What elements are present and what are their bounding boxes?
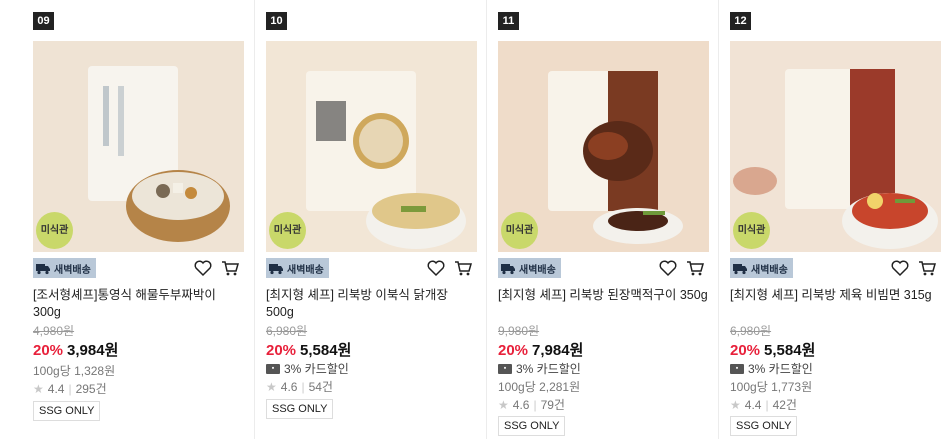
ssg-only-tag: SSG ONLY	[730, 416, 798, 436]
delivery-label: 새벽배송	[519, 264, 556, 276]
rating: ★ 4.4 | 295건	[33, 380, 107, 397]
rating: ★ 4.6 | 79건	[498, 396, 565, 413]
review-count: 42건	[772, 398, 797, 412]
discount-percent: 20%	[266, 342, 297, 359]
credit-card-icon: ▪	[730, 363, 744, 374]
unit-price: 100g당 1,328원	[33, 364, 116, 378]
sale-price: 3,984원	[67, 342, 119, 359]
divider: |	[301, 379, 305, 394]
price-row: 20% 5,584원	[266, 339, 351, 360]
card-discount-label: 3% 카드할인	[748, 362, 813, 376]
review-count: 54건	[308, 380, 333, 394]
product-card[interactable]: 12 미식관 새벽배송 [최지형 셰프] 리북방 제육 비빔면 315g 6,9…	[718, 0, 951, 439]
truck-icon	[36, 264, 50, 275]
discount-percent: 20%	[33, 342, 64, 359]
delivery-label: 새벽배송	[751, 264, 788, 276]
divider: |	[765, 397, 769, 412]
product-card[interactable]: 10 미식관 새벽배송 [최지형 셰프] 리북방 이북식 닭개장 500g 6,…	[254, 0, 487, 439]
dawn-delivery-badge: 새벽배송	[498, 258, 561, 278]
price-row: 20% 3,984원	[33, 339, 118, 360]
original-price: 6,980원	[266, 324, 308, 338]
misik-badge: 미식관	[501, 212, 538, 249]
credit-card-icon: ▪	[266, 363, 280, 374]
star-icon: ★	[266, 379, 277, 394]
cart-icon[interactable]	[685, 258, 705, 278]
original-price: 9,980원	[498, 324, 540, 338]
star-icon: ★	[498, 397, 509, 412]
dawn-delivery-badge: 새벽배송	[266, 258, 329, 278]
product-card[interactable]: 09 미식관 새벽배송 [조서형셰프]통영식 해물두부짜박이 300g 4,98…	[22, 0, 255, 439]
divider: |	[68, 381, 72, 396]
misik-badge: 미식관	[36, 212, 73, 249]
discount-percent: 20%	[498, 342, 529, 359]
original-price: 4,980원	[33, 324, 75, 338]
product-image[interactable]: 미식관	[498, 41, 709, 252]
ssg-only-tag: SSG ONLY	[33, 401, 101, 421]
heart-icon[interactable]	[658, 258, 678, 278]
product-grid: 09 미식관 새벽배송 [조서형셰프]통영식 해물두부짜박이 300g 4,98…	[0, 0, 952, 439]
product-title[interactable]: [최지형 셰프] 리북방 된장맥적구이 350g	[498, 287, 709, 304]
card-discount-label: 3% 카드할인	[516, 362, 581, 376]
ssg-only-tag: SSG ONLY	[498, 416, 566, 436]
price-row: 20% 7,984원	[498, 339, 583, 360]
price-row: 20% 5,584원	[730, 339, 815, 360]
product-card[interactable]: 11 미식관 새벽배송 [최지형 셰프] 리북방 된장맥적구이 350g 9,9…	[486, 0, 719, 439]
rank-badge: 10	[266, 12, 287, 30]
heart-icon[interactable]	[193, 258, 213, 278]
product-title[interactable]: [최지형 셰프] 리북방 제육 비빔면 315g	[730, 287, 941, 304]
heart-icon[interactable]	[426, 258, 446, 278]
card-discount: ▪ 3% 카드할인	[498, 360, 581, 377]
rating-value: 4.4	[744, 397, 762, 412]
rating-value: 4.4	[47, 381, 65, 396]
sale-price: 7,984원	[532, 342, 584, 359]
unit-price: 100g당 1,773원	[730, 380, 813, 394]
sale-price: 5,584원	[764, 342, 816, 359]
credit-card-icon: ▪	[498, 363, 512, 374]
unit-price: 100g당 2,281원	[498, 380, 581, 394]
heart-icon[interactable]	[890, 258, 910, 278]
rating: ★ 4.4 | 42건	[730, 396, 797, 413]
discount-percent: 20%	[730, 342, 761, 359]
cart-icon[interactable]	[917, 258, 937, 278]
rank-badge: 12	[730, 12, 751, 30]
star-icon: ★	[33, 381, 44, 396]
truck-icon	[501, 264, 515, 275]
divider: |	[533, 397, 537, 412]
card-discount: ▪ 3% 카드할인	[730, 360, 813, 377]
sale-price: 5,584원	[300, 342, 352, 359]
truck-icon	[733, 264, 747, 275]
dawn-delivery-badge: 새벽배송	[730, 258, 793, 278]
card-discount: ▪ 3% 카드할인	[266, 360, 349, 377]
misik-badge: 미식관	[269, 212, 306, 249]
product-image[interactable]: 미식관	[33, 41, 244, 252]
delivery-label: 새벽배송	[54, 264, 91, 276]
truck-icon	[269, 264, 283, 275]
delivery-label: 새벽배송	[287, 264, 324, 276]
product-title[interactable]: [최지형 셰프] 리북방 이북식 닭개장 500g	[266, 287, 477, 321]
original-price: 6,980원	[730, 324, 772, 338]
rating-value: 4.6	[280, 379, 298, 394]
rank-badge: 09	[33, 12, 54, 30]
misik-badge: 미식관	[733, 212, 770, 249]
cart-icon[interactable]	[220, 258, 240, 278]
ssg-only-tag: SSG ONLY	[266, 399, 334, 419]
product-title[interactable]: [조서형셰프]통영식 해물두부짜박이 300g	[33, 287, 244, 321]
rating: ★ 4.6 | 54건	[266, 378, 333, 395]
review-count: 295건	[75, 382, 107, 396]
cart-icon[interactable]	[453, 258, 473, 278]
star-icon: ★	[730, 397, 741, 412]
product-image[interactable]: 미식관	[730, 41, 941, 252]
card-discount-label: 3% 카드할인	[284, 362, 349, 376]
dawn-delivery-badge: 새벽배송	[33, 258, 96, 278]
review-count: 79건	[540, 398, 565, 412]
rank-badge: 11	[498, 12, 519, 30]
rating-value: 4.6	[512, 397, 530, 412]
product-image[interactable]: 미식관	[266, 41, 477, 252]
